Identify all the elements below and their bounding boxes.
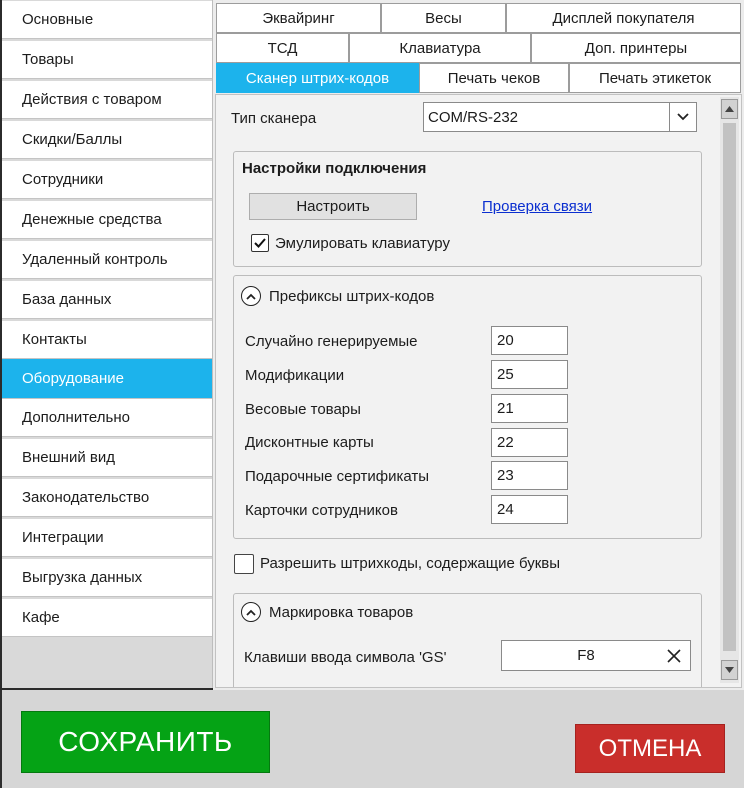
tab-barcode-scanner[interactable]: Сканер штрих-кодов xyxy=(216,63,419,93)
prefix-label: Дисконтные карты xyxy=(245,434,374,451)
emulate-keyboard-label: Эмулировать клавиатуру xyxy=(275,235,450,252)
scanner-type-label: Тип сканера xyxy=(231,110,317,127)
sidebar-item-integrations[interactable]: Интеграции xyxy=(2,519,212,557)
sidebar-item-database[interactable]: База данных xyxy=(2,281,212,319)
sidebar-item-basic[interactable]: Основные xyxy=(2,1,212,39)
prefix-label: Весовые товары xyxy=(245,401,361,418)
tab-scales[interactable]: Весы xyxy=(381,3,506,33)
sidebar-item-contacts[interactable]: Контакты xyxy=(2,321,212,359)
prefix-label: Случайно генерируемые xyxy=(245,333,418,350)
sidebar-item-employees[interactable]: Сотрудники xyxy=(2,161,212,199)
gs-keys-label: Клавиши ввода символа 'GS' xyxy=(244,649,447,666)
checkmark-icon xyxy=(254,238,266,248)
prefix-label: Карточки сотрудников xyxy=(245,502,398,519)
prefixes-title: Префиксы штрих-кодов xyxy=(269,288,435,305)
sidebar-item-appearance[interactable]: Внешний вид xyxy=(2,439,212,477)
chevron-down-icon[interactable] xyxy=(669,103,696,131)
allow-letters-checkbox[interactable] xyxy=(234,554,254,574)
scanner-settings: Тип сканера COM/RS-232 Настройки подключ… xyxy=(215,94,742,688)
sidebar-item-equipment[interactable]: Оборудование xyxy=(2,359,212,399)
tab-acquiring[interactable]: Эквайринг xyxy=(216,3,381,33)
sidebar-item-money[interactable]: Денежные средства xyxy=(2,201,212,239)
prefix-random-input[interactable]: 20 xyxy=(491,326,568,355)
prefix-weight-input[interactable]: 21 xyxy=(491,394,568,423)
prefix-label: Модификации xyxy=(245,367,345,384)
sidebar-item-discounts[interactable]: Скидки/Баллы xyxy=(2,121,212,159)
chevron-up-circle-icon[interactable] xyxy=(241,602,261,622)
sidebar-item-export[interactable]: Выгрузка данных xyxy=(2,559,212,597)
sidebar-item-remote[interactable]: Удаленный контроль xyxy=(2,241,212,279)
scanner-type-value: COM/RS-232 xyxy=(428,109,519,126)
cancel-button[interactable]: ОТМЕНА xyxy=(575,724,725,773)
check-connection-link[interactable]: Проверка связи xyxy=(482,198,592,215)
scanner-type-select[interactable]: COM/RS-232 xyxy=(423,102,697,132)
footer-panel: СОХРАНИТЬ ОТМЕНА xyxy=(2,690,744,788)
tab-extra-printers[interactable]: Доп. принтеры xyxy=(531,33,741,63)
tab-label-print[interactable]: Печать этикеток xyxy=(569,63,741,93)
tab-receipt-print[interactable]: Печать чеков xyxy=(419,63,569,93)
prefix-discount-input[interactable]: 22 xyxy=(491,428,568,457)
tab-customer-display[interactable]: Дисплей покупателя xyxy=(506,3,741,33)
footer-bar: СОХРАНИТЬ ОТМЕНА xyxy=(0,690,744,788)
gs-keys-value: F8 xyxy=(577,647,595,664)
close-icon[interactable] xyxy=(667,649,681,663)
prefixes-group: Префиксы штрих-кодов Случайно генерируем… xyxy=(233,275,702,539)
gs-keys-input[interactable]: F8 xyxy=(501,640,691,671)
prefix-label: Подарочные сертификаты xyxy=(245,468,430,485)
vertical-scrollbar[interactable] xyxy=(720,97,739,683)
marking-title: Маркировка товаров xyxy=(269,604,414,621)
settings-sidebar: Основные Товары Действия с товаром Скидк… xyxy=(2,0,213,688)
connection-group: Настройки подключения Настроить Проверка… xyxy=(233,151,702,267)
sidebar-item-goods[interactable]: Товары xyxy=(2,41,212,79)
tab-keyboard[interactable]: Клавиатура xyxy=(349,33,531,63)
save-button[interactable]: СОХРАНИТЬ xyxy=(21,711,270,773)
tab-tsd[interactable]: ТСД xyxy=(216,33,349,63)
prefix-gift-input[interactable]: 23 xyxy=(491,461,568,490)
triangle-down-icon[interactable] xyxy=(721,660,738,680)
sidebar-item-cafe[interactable]: Кафе xyxy=(2,599,212,637)
sidebar-item-legislation[interactable]: Законодательство xyxy=(2,479,212,517)
chevron-up-circle-icon[interactable] xyxy=(241,286,261,306)
emulate-keyboard-checkbox[interactable] xyxy=(251,234,269,252)
allow-letters-label: Разрешить штрихкоды, содержащие буквы xyxy=(260,555,561,572)
sidebar-item-additional[interactable]: Дополнительно xyxy=(2,399,212,437)
prefix-modifications-input[interactable]: 25 xyxy=(491,360,568,389)
triangle-up-icon[interactable] xyxy=(721,99,738,119)
equipment-panel: Эквайринг Весы Дисплей покупателя ТСД Кл… xyxy=(213,0,744,690)
prefix-employee-input[interactable]: 24 xyxy=(491,495,568,524)
connection-title: Настройки подключения xyxy=(242,160,427,177)
marking-group: Маркировка товаров Клавиши ввода символа… xyxy=(233,593,702,687)
scrollbar-thumb[interactable] xyxy=(723,123,736,651)
sidebar-item-goods-actions[interactable]: Действия с товаром xyxy=(2,81,212,119)
configure-button[interactable]: Настроить xyxy=(249,193,417,220)
